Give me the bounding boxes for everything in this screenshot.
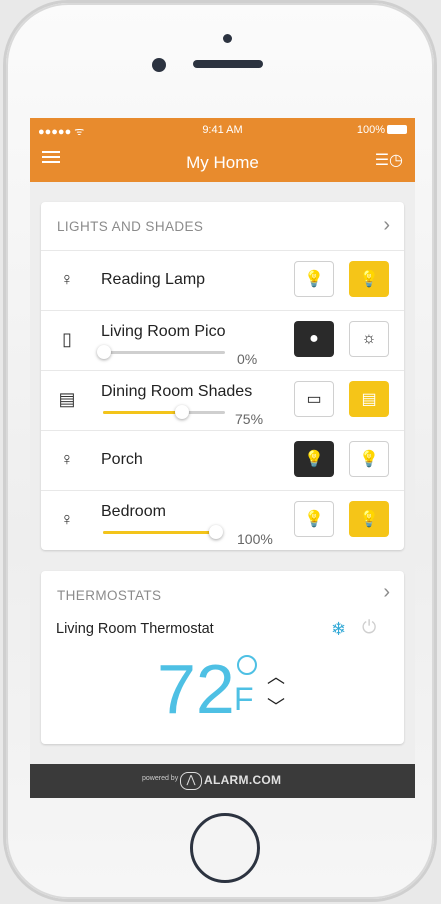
- lights-heading: LIGHTS AND SHADES: [57, 219, 204, 234]
- brand-name: ALARM.COM: [204, 773, 282, 787]
- on-button[interactable]: 💡: [349, 261, 389, 297]
- checklist-icon[interactable]: ☰◷: [375, 150, 403, 170]
- proximity-sensor: [223, 34, 232, 43]
- chevron-up-icon[interactable]: ︿: [267, 663, 285, 689]
- on-button[interactable]: 💡: [349, 441, 389, 477]
- power-icon[interactable]: ⏻: [362, 617, 376, 638]
- level-percent: 0%: [237, 351, 258, 367]
- slider-fill: [103, 411, 182, 414]
- device-label: Living Room Pico: [101, 323, 226, 340]
- bulb-icon: ♀: [60, 509, 74, 529]
- off-button[interactable]: 💡: [294, 261, 334, 297]
- sun-button[interactable]: ☼: [349, 321, 389, 357]
- shade-icon: ▤: [58, 389, 76, 409]
- shade-open-button[interactable]: ▭: [294, 381, 334, 417]
- level-slider[interactable]: [103, 405, 225, 419]
- battery-percent: 100%: [356, 124, 385, 136]
- page-title: My Home: [186, 153, 259, 172]
- bulb-icon: ♀: [60, 449, 74, 469]
- level-percent: 75%: [235, 411, 264, 427]
- off-button[interactable]: 💡: [294, 441, 334, 477]
- alarm-logo-icon: ⋀: [180, 772, 202, 790]
- slider-knob[interactable]: [175, 405, 189, 419]
- shade-close-button[interactable]: ▤: [349, 381, 389, 417]
- level-percent: 100%: [237, 531, 273, 547]
- pico-remote-icon: ▯: [62, 329, 72, 349]
- device-label: Porch: [101, 451, 143, 468]
- thermostats-heading: THERMOSTATS: [57, 588, 162, 603]
- app-screen: ●●●●● ᯤ 9:41 AM 100% My Home ☰◷ LIGHTS A…: [30, 118, 415, 798]
- device-label: Dining Room Shades: [101, 383, 253, 400]
- temperature-unit: F: [234, 681, 254, 717]
- device-label: Bedroom: [101, 503, 166, 520]
- chevron-right-icon[interactable]: ›: [383, 581, 390, 604]
- off-button[interactable]: 💡: [294, 501, 334, 537]
- battery-icon: [387, 125, 407, 134]
- slider-knob[interactable]: [209, 525, 223, 539]
- device-row-reading-lamp: ♀ Reading Lamp 💡 💡: [41, 250, 404, 311]
- snowflake-icon[interactable]: ❄: [331, 619, 346, 640]
- device-row-dining-room-shades: ▤ Dining Room Shades 75% ▭ ▤: [41, 370, 404, 431]
- on-button[interactable]: 💡: [349, 501, 389, 537]
- front-camera: [152, 58, 166, 72]
- lights-card: LIGHTS AND SHADES › ♀ Reading Lamp 💡 💡 ▯…: [41, 202, 404, 550]
- temperature-value: 72: [157, 650, 235, 728]
- home-button[interactable]: [190, 813, 260, 883]
- level-slider[interactable]: [103, 525, 223, 539]
- pico-button[interactable]: ●: [294, 321, 334, 357]
- degree-symbol: [237, 655, 257, 675]
- top-bar: ●●●●● ᯤ 9:41 AM 100% My Home ☰◷: [30, 118, 415, 182]
- chevron-down-icon[interactable]: ﹀: [267, 693, 285, 719]
- device-row-bedroom: ♀ Bedroom 100% 💡 💡: [41, 490, 404, 551]
- device-label: Reading Lamp: [101, 271, 206, 288]
- slider-fill: [103, 531, 221, 534]
- level-slider[interactable]: [97, 345, 225, 359]
- slider-knob[interactable]: [97, 345, 111, 359]
- powered-by-text: powered by: [142, 775, 179, 782]
- device-row-living-room-pico: ▯ Living Room Pico 0% ● ☼: [41, 310, 404, 371]
- thermostats-card: THERMOSTATS › Living Room Thermostat ❄ ⏻…: [41, 571, 404, 744]
- device-row-porch: ♀ Porch 💡 💡: [41, 430, 404, 491]
- footer-bar: powered by ⋀ ALARM.COM: [30, 764, 415, 798]
- bulb-icon: ♀: [60, 269, 74, 289]
- earpiece-speaker: [193, 60, 263, 68]
- chevron-right-icon[interactable]: ›: [383, 214, 390, 237]
- thermostat-name: Living Room Thermostat: [56, 621, 214, 637]
